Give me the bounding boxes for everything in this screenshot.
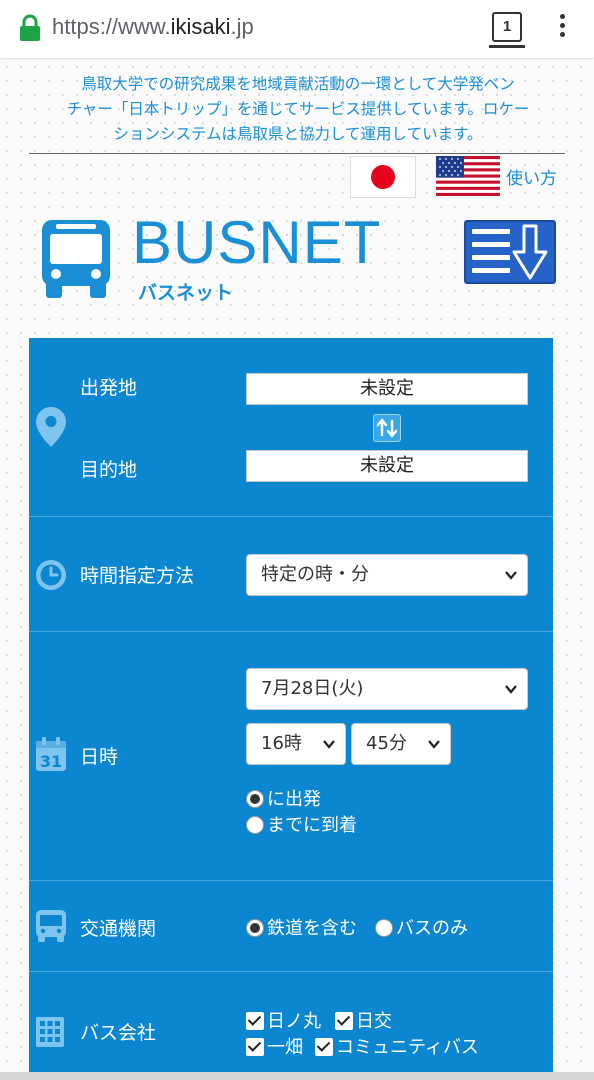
arrive-radio-label: までに到着	[267, 815, 357, 836]
app-title: BUSNET	[132, 209, 382, 276]
calendar-icon: 31	[36, 737, 66, 771]
swap-button[interactable]	[373, 414, 401, 442]
arrive-option[interactable]: までに到着	[246, 811, 357, 837]
company-option-community-bus[interactable]: コミュニティバス	[315, 1033, 479, 1059]
notice-line-1: 鳥取大学での研究成果を地域貢献活動の一環として大学発ベン	[81, 75, 515, 93]
tab-switcher-button[interactable]: 1	[492, 12, 522, 42]
overflow-menu-icon[interactable]	[558, 14, 566, 41]
bus-logo-icon	[42, 220, 110, 298]
us-flag-icon[interactable]	[436, 156, 500, 196]
include-rail-radio[interactable]	[246, 919, 264, 937]
arrive-radio[interactable]	[246, 816, 264, 834]
chevron-down-icon	[505, 571, 517, 580]
depart-option[interactable]: に出発	[246, 785, 321, 811]
bus-company-label: バス会社	[80, 1022, 157, 1044]
browser-toolbar: https://www.ikisaki.jp 1	[0, 0, 594, 58]
chevron-down-icon	[505, 685, 517, 694]
origin-label: 出発地	[80, 377, 138, 399]
include-rail-option[interactable]: 鉄道を含む	[246, 914, 357, 940]
time-method-value: 特定の時・分	[261, 564, 369, 585]
bus-only-radio[interactable]	[375, 919, 393, 937]
company-option-nikko[interactable]: 日交	[335, 1007, 392, 1033]
depart-radio-label: に出発	[267, 789, 321, 810]
company-name: 一畑	[267, 1037, 303, 1058]
origin-field[interactable]: 未設定	[246, 373, 528, 405]
url-suffix: .jp	[230, 14, 254, 39]
app-title-kana: バスネット	[138, 282, 234, 304]
url-domain: ikisaki	[170, 14, 231, 39]
bus-only-option[interactable]: バスのみ	[375, 914, 468, 940]
company-option-hinomaru[interactable]: 日ノ丸	[246, 1007, 321, 1033]
tab-switcher-underline	[489, 45, 525, 48]
hour-value: 16時	[261, 733, 302, 754]
notice-line-3: ションシステムは鳥取県と協力して運用しています。	[113, 125, 483, 143]
datetime-section: 31 日時 7月28日(火) 16時 45分 に出発 までに到着	[29, 632, 553, 881]
japan-flag-icon[interactable]	[350, 156, 416, 198]
lock-icon	[20, 14, 40, 41]
company-name: 日交	[356, 1011, 392, 1032]
hour-select[interactable]: 16時	[246, 723, 346, 765]
transport-section: 交通機関 鉄道を含む バスのみ	[29, 881, 553, 972]
time-method-section: 時間指定方法 特定の時・分	[29, 517, 553, 632]
date-value: 7月28日(火)	[261, 678, 364, 699]
checkbox-checked-icon[interactable]	[246, 1012, 264, 1030]
notice-text: 鳥取大学での研究成果を地域貢献活動の一環として大学発ベン チャー「日本トリップ」…	[30, 72, 566, 147]
chevron-down-icon	[428, 740, 440, 749]
time-method-select[interactable]: 特定の時・分	[246, 554, 528, 596]
clock-icon	[36, 560, 66, 590]
system-bottom-bar	[0, 1072, 594, 1080]
checkbox-checked-icon[interactable]	[246, 1038, 264, 1056]
time-method-label: 時間指定方法	[80, 565, 195, 587]
menu-download-button[interactable]	[464, 220, 556, 284]
route-section: 出発地 未設定 目的地 未設定	[29, 338, 553, 517]
depart-radio[interactable]	[246, 790, 264, 808]
include-rail-label: 鉄道を含む	[267, 918, 357, 939]
divider	[29, 153, 565, 154]
destination-label: 目的地	[80, 459, 138, 481]
building-icon	[36, 1017, 64, 1047]
help-link[interactable]: 使い方	[506, 164, 557, 189]
page-content: 鳥取大学での研究成果を地域貢献活動の一環として大学発ベン チャー「日本トリップ」…	[0, 60, 594, 1072]
calendar-day-text: 31	[40, 752, 62, 771]
company-name: 日ノ丸	[267, 1011, 321, 1032]
minute-select[interactable]: 45分	[351, 723, 451, 765]
checkbox-checked-icon[interactable]	[315, 1038, 333, 1056]
swap-arrows-icon	[376, 418, 398, 438]
notice-line-2: チャー「日本トリップ」を通じてサービス提供しています。ロケー	[66, 100, 530, 118]
destination-field[interactable]: 未設定	[246, 450, 528, 482]
address-bar[interactable]: https://www.ikisaki.jp	[52, 14, 254, 40]
date-select[interactable]: 7月28日(火)	[246, 668, 528, 710]
minute-value: 45分	[366, 733, 407, 754]
checkbox-checked-icon[interactable]	[335, 1012, 353, 1030]
map-pin-icon	[36, 407, 66, 447]
list-arrow-down-icon	[472, 224, 548, 280]
url-prefix: https://www.	[52, 14, 171, 39]
datetime-label: 日時	[80, 746, 119, 768]
transport-label: 交通機関	[80, 918, 157, 940]
search-form: 出発地 未設定 目的地 未設定 時間指定方法 特定の時・分 31 日時 7月28…	[29, 338, 553, 1072]
bus-icon	[36, 910, 66, 942]
chevron-down-icon	[323, 740, 335, 749]
bus-company-section: バス会社 日ノ丸 日交 一畑 コミュニティバス	[29, 972, 553, 1072]
company-option-ichibata[interactable]: 一畑	[246, 1033, 303, 1059]
company-name: コミュニティバス	[336, 1037, 479, 1058]
bus-only-label: バスのみ	[396, 918, 468, 939]
